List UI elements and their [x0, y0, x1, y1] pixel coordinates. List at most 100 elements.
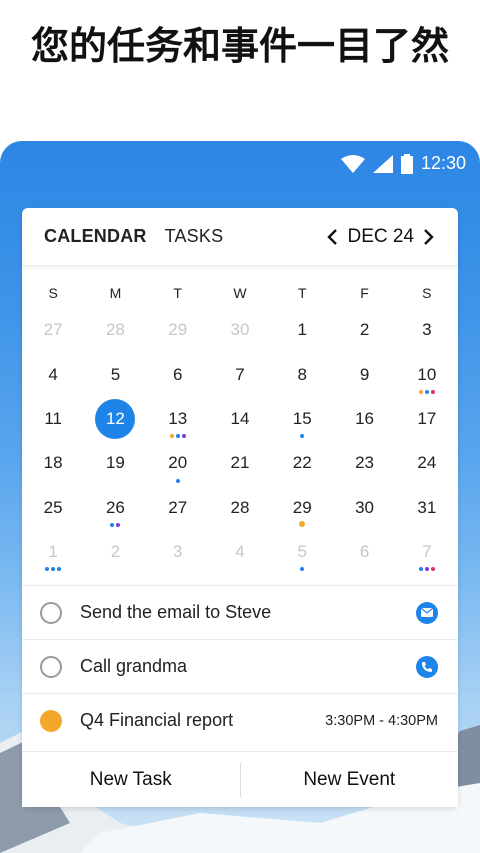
event-dot: [45, 567, 50, 572]
tab-calendar[interactable]: CALENDAR: [44, 226, 147, 247]
chevron-left-icon[interactable]: [325, 227, 341, 247]
calendar-day[interactable]: 25: [22, 486, 84, 530]
calendar-day[interactable]: 18: [22, 441, 84, 485]
calendar-day[interactable]: 6: [147, 352, 209, 396]
weekday-label: S: [422, 285, 432, 301]
day-number: 16: [355, 408, 374, 428]
calendar-day[interactable]: 14: [209, 397, 271, 441]
day-number: 1: [297, 320, 307, 340]
day-number: 6: [172, 364, 183, 384]
month-navigator: DEC 24: [325, 226, 436, 248]
calendar-day[interactable]: 5: [84, 352, 146, 396]
calendar-day[interactable]: 30: [333, 486, 395, 530]
calendar-day[interactable]: 2: [84, 530, 146, 574]
calendar-day[interactable]: 29: [147, 308, 209, 352]
calendar-day[interactable]: 28: [84, 308, 146, 352]
event-indicator-dots: [147, 478, 209, 483]
day-number: 3: [422, 320, 432, 340]
task-title: Call grandma: [80, 656, 188, 676]
calendar-day[interactable]: 31: [396, 486, 458, 530]
tab-tasks[interactable]: TASKS: [165, 226, 224, 247]
event-indicator-dots: [84, 522, 146, 527]
calendar-day[interactable]: 13: [147, 397, 209, 441]
calendar-day[interactable]: 10: [396, 352, 458, 396]
event-row[interactable]: Q4 Financial report 3:30PM - 4:30PM: [22, 693, 458, 747]
task-row[interactable]: Send the email to Steve: [22, 585, 458, 639]
new-task-button[interactable]: New Task: [22, 769, 240, 791]
day-number: 7: [422, 542, 432, 562]
weekday-label: W: [233, 285, 247, 301]
calendar-day[interactable]: 1: [22, 530, 84, 574]
calendar-day[interactable]: 3: [147, 530, 209, 574]
calendar-day[interactable]: 5: [271, 530, 333, 574]
day-number: 20: [168, 453, 188, 473]
calendar-day[interactable]: 2: [333, 308, 395, 352]
calendar-day[interactable]: 6: [333, 530, 395, 574]
calendar-day[interactable]: 19: [84, 441, 146, 485]
calendar-day[interactable]: 20: [147, 441, 209, 485]
status-time: 12:30: [420, 153, 466, 173]
current-month: DEC 24: [347, 225, 414, 247]
event-dot: [300, 567, 305, 572]
chevron-right-icon[interactable]: [420, 227, 436, 247]
calendar-day[interactable]: 24: [396, 441, 458, 485]
calendar-day-today[interactable]: 12: [84, 397, 146, 441]
weekday-header: SMTWTFS: [22, 278, 458, 308]
event-dot: [57, 567, 62, 572]
calendar-day[interactable]: 11: [22, 397, 84, 441]
calendar-day[interactable]: 7: [209, 352, 271, 396]
calendar-day[interactable]: 27: [147, 486, 209, 530]
event-title: Q4 Financial report: [80, 710, 234, 730]
calendar-day[interactable]: 26: [84, 486, 146, 530]
day-number: 17: [417, 408, 437, 428]
action-bar: New Task New Event: [22, 751, 458, 807]
calendar-day[interactable]: 9: [333, 352, 395, 396]
task-row[interactable]: Call grandma: [22, 639, 458, 693]
event-dot: [430, 567, 435, 572]
calendar-header: CALENDAR TASKS DEC 24: [22, 208, 458, 266]
calendar-day[interactable]: 7: [396, 530, 458, 574]
weekday-label: S: [48, 285, 58, 301]
calendar-day[interactable]: 4: [209, 530, 271, 574]
day-number: 5: [297, 542, 307, 562]
task-checkbox[interactable]: [40, 655, 62, 678]
calendar-day[interactable]: 23: [333, 441, 395, 485]
event-dot: [430, 389, 435, 394]
calendar-day[interactable]: 17: [396, 397, 458, 441]
calendar-day[interactable]: 15: [271, 397, 333, 441]
calendar-day[interactable]: 21: [209, 441, 271, 485]
mail-icon[interactable]: [416, 601, 438, 624]
calendar-day[interactable]: 8: [271, 352, 333, 396]
event-dot: [175, 478, 180, 483]
day-number: 15: [292, 408, 312, 428]
day-number: 28: [105, 320, 125, 340]
day-number: 28: [230, 497, 250, 517]
phone-icon[interactable]: [416, 655, 438, 678]
calendar-day[interactable]: 30: [209, 308, 271, 352]
day-number: 9: [359, 364, 370, 384]
calendar-week: 27 28 29 30 1 2 3: [22, 308, 458, 352]
day-number: 25: [43, 497, 63, 517]
day-number: 29: [292, 497, 312, 517]
day-number: 4: [48, 364, 58, 384]
weekday-label: T: [297, 285, 307, 301]
event-dot: [299, 520, 306, 527]
calendar-week: 4 5 6 7 8 9 10: [22, 352, 458, 396]
calendar-day[interactable]: 28: [209, 486, 271, 530]
task-checkbox[interactable]: [40, 601, 62, 624]
calendar-day[interactable]: 22: [271, 441, 333, 485]
calendar-day[interactable]: 1: [271, 308, 333, 352]
day-number: 13: [168, 408, 188, 428]
new-event-button[interactable]: New Event: [241, 769, 459, 791]
event-dot: [418, 389, 423, 394]
calendar-day[interactable]: 4: [22, 352, 84, 396]
calendar-week: 11 12 13 14 15 16 17: [22, 397, 458, 441]
event-dot: [418, 567, 423, 572]
task-title: Send the email to Steve: [80, 602, 272, 622]
promo-headline: 您的任务和事件一目了然: [30, 24, 449, 68]
calendar-day[interactable]: 27: [22, 308, 84, 352]
calendar-day[interactable]: 3: [396, 308, 458, 352]
calendar-day[interactable]: 29: [271, 486, 333, 530]
day-number: 14: [230, 408, 250, 428]
calendar-day[interactable]: 16: [333, 397, 395, 441]
